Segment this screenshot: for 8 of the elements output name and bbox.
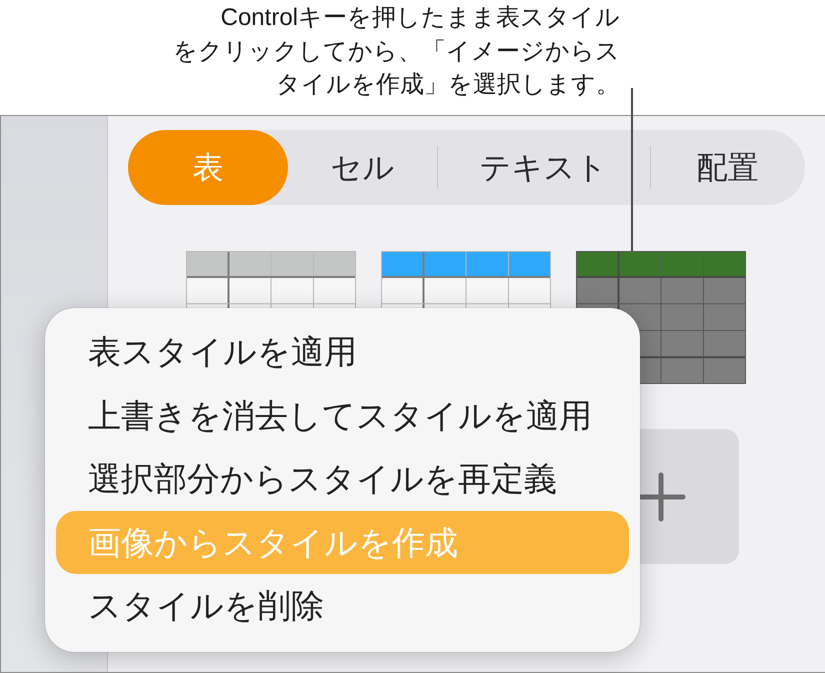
menu-item[interactable]: 選択部分からスタイルを再定義 [56, 447, 629, 510]
menu-item[interactable]: スタイルを削除 [56, 574, 629, 638]
callout-text: Controlキーを押したまま表スタイル をクリックしてから、「イメージからス タイルを作成」を選択します。 [173, 3, 620, 100]
menu-item[interactable]: 上書きを消去してスタイルを適用 [56, 384, 629, 447]
menu-item[interactable]: 表スタイルを適用 [56, 320, 629, 384]
tab[interactable]: テキスト [437, 130, 650, 205]
tab[interactable]: セル [288, 130, 437, 205]
tab[interactable]: 配置 [650, 130, 805, 205]
